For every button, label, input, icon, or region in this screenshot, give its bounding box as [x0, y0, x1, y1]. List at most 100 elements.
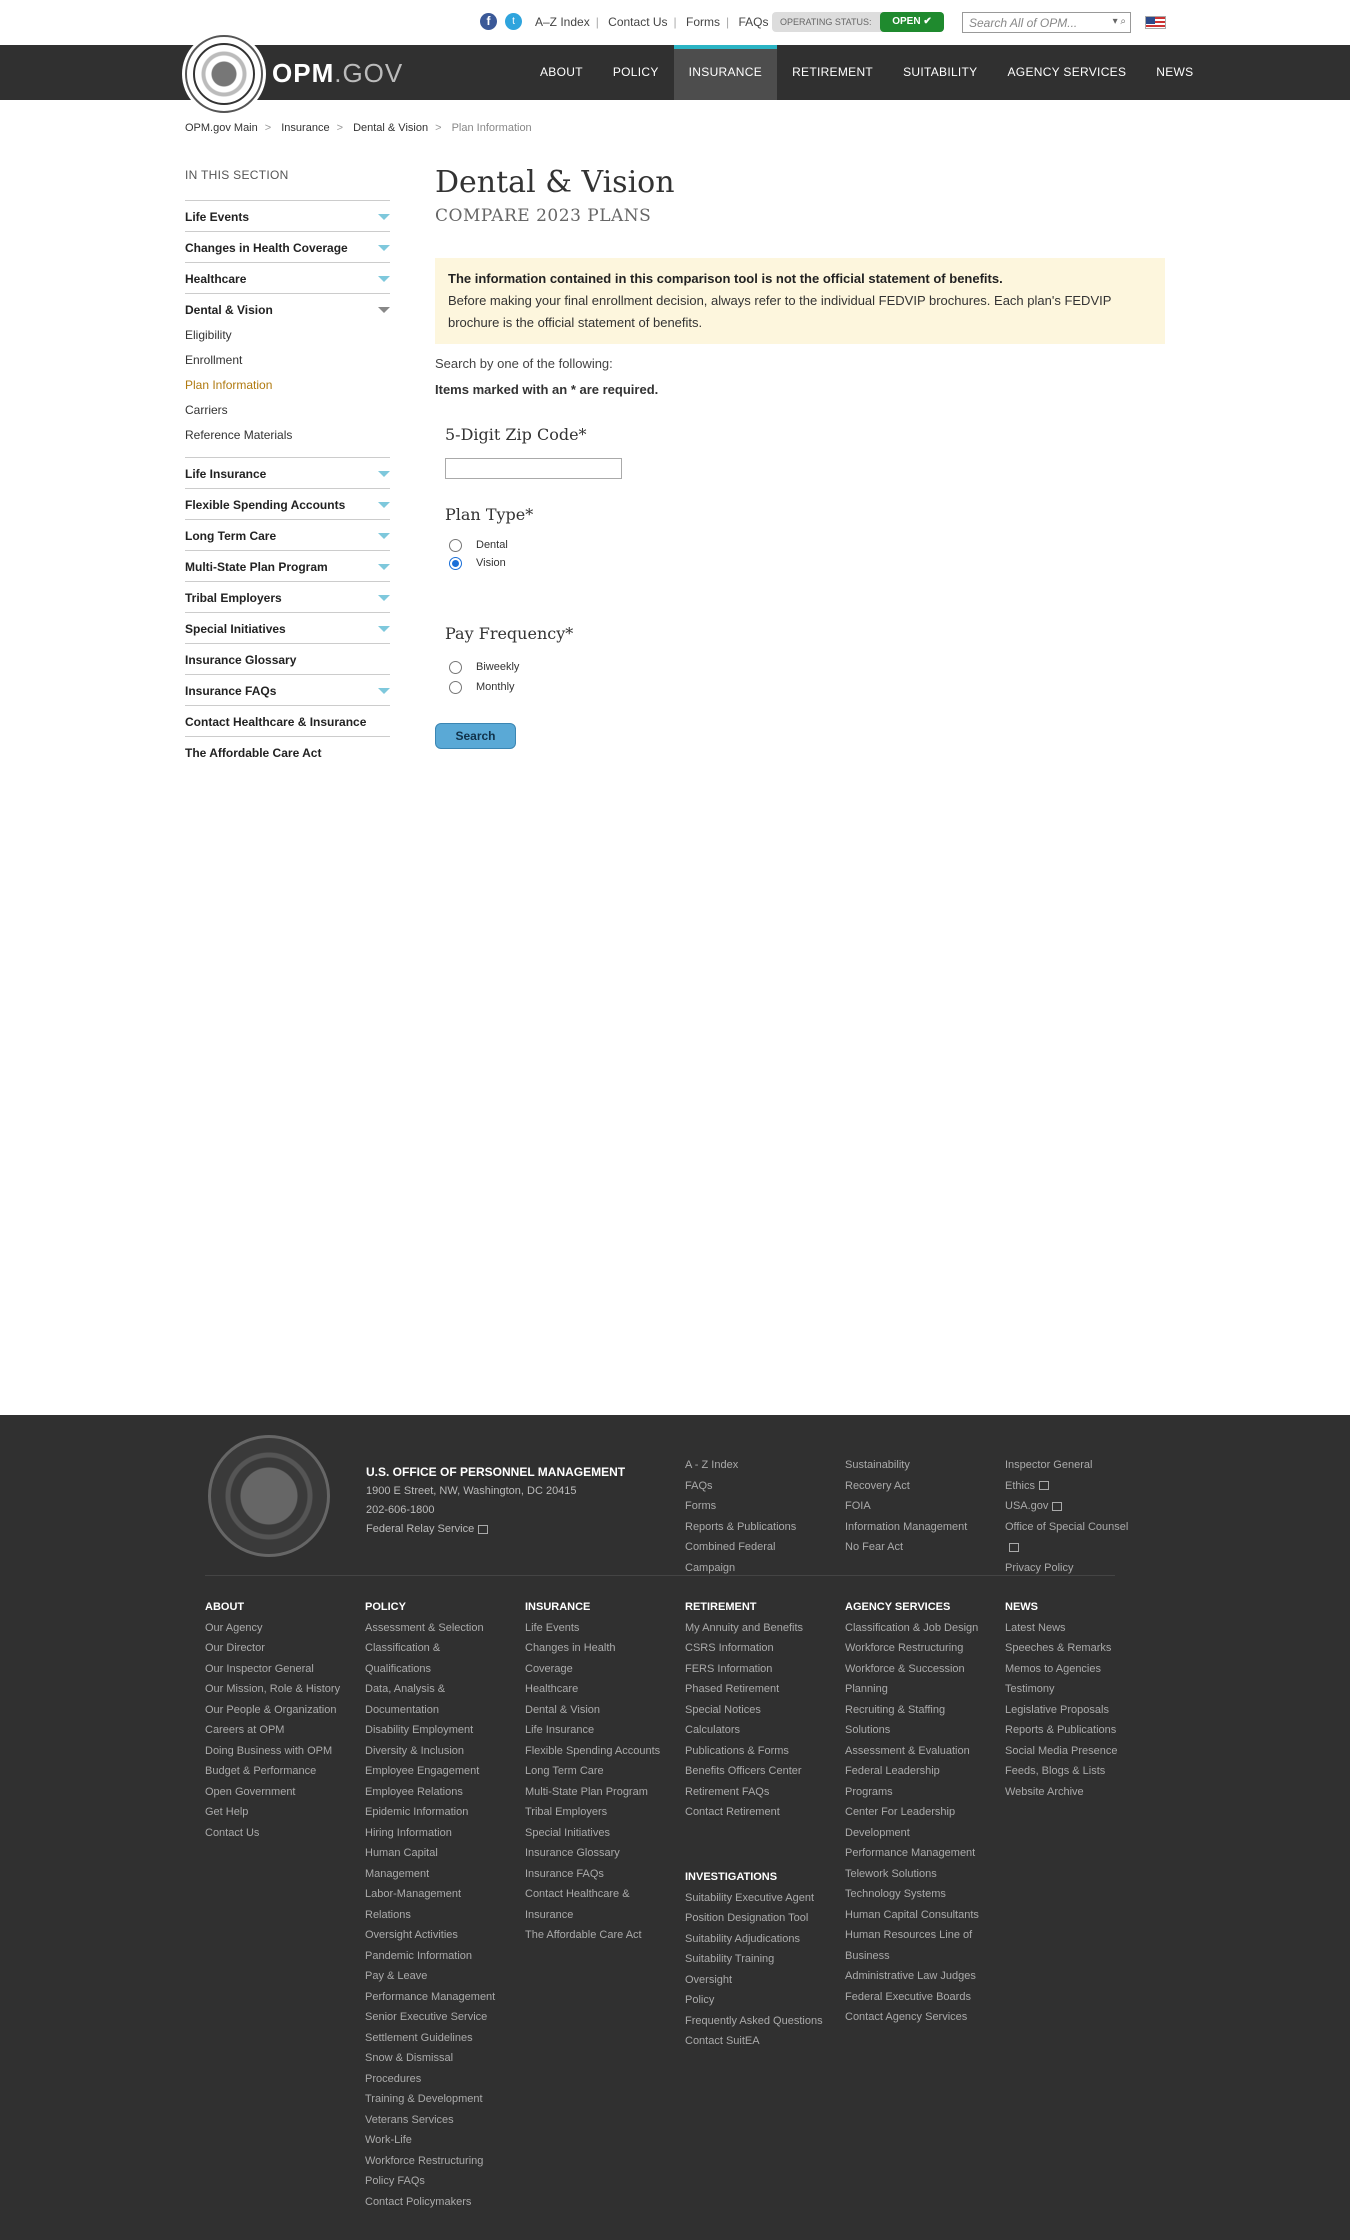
- footer-link[interactable]: Flexible Spending Accounts: [525, 1741, 660, 1762]
- sidebar-item-special-initiatives[interactable]: Special Initiatives: [185, 612, 390, 643]
- footer-link[interactable]: Doing Business with OPM: [205, 1741, 340, 1762]
- footer-link[interactable]: Benefits Officers Center: [685, 1761, 803, 1782]
- nav-policy[interactable]: POLICY: [598, 45, 674, 100]
- chevron-down-icon[interactable]: [378, 595, 390, 601]
- site-logo[interactable]: OPM.GOV: [272, 58, 403, 89]
- sidebar-item-contact-healthcare-insurance[interactable]: Contact Healthcare & Insurance: [185, 705, 390, 736]
- search-icon[interactable]: ⌕: [1120, 16, 1126, 27]
- radio-biweekly[interactable]: [449, 660, 462, 674]
- footer-link[interactable]: Memos to Agencies: [1005, 1659, 1118, 1680]
- plan-type-vision[interactable]: Vision: [449, 554, 1165, 572]
- footer-link[interactable]: Solutions: [845, 1720, 979, 1741]
- nav-agency-services[interactable]: AGENCY SERVICES: [993, 45, 1142, 100]
- forms-link[interactable]: Forms: [686, 15, 720, 29]
- chevron-down-icon[interactable]: [378, 245, 390, 251]
- footer-link[interactable]: Policy: [685, 1990, 823, 2011]
- footer-link[interactable]: Senior Executive Service: [365, 2007, 495, 2028]
- footer-link[interactable]: Life Insurance: [525, 1720, 660, 1741]
- footer-link[interactable]: FERS Information: [685, 1659, 803, 1680]
- footer-heading[interactable]: POLICY: [365, 1597, 495, 1618]
- footer-link[interactable]: Reports & Publications: [685, 1517, 796, 1538]
- radio-dental[interactable]: [449, 538, 462, 552]
- chevron-down-icon[interactable]: [378, 214, 390, 220]
- footer-link[interactable]: Assessment & Evaluation: [845, 1741, 979, 1762]
- footer-link[interactable]: Human Capital: [365, 1843, 495, 1864]
- footer-link[interactable]: Disability Employment: [365, 1720, 495, 1741]
- footer-link[interactable]: Classification &: [365, 1638, 495, 1659]
- footer-link[interactable]: Oversight Activities: [365, 1925, 495, 1946]
- footer-link[interactable]: Contact Policymakers: [365, 2192, 495, 2213]
- footer-link[interactable]: Open Government: [205, 1782, 340, 1803]
- sidebar-item-life-insurance[interactable]: Life Insurance: [185, 457, 390, 488]
- chevron-down-icon[interactable]: [378, 502, 390, 508]
- footer-link[interactable]: Changes in Health: [525, 1638, 660, 1659]
- sidebar-item-dental-vision[interactable]: Dental & Vision: [185, 293, 390, 324]
- nav-news[interactable]: NEWS: [1141, 45, 1208, 100]
- footer-link[interactable]: Careers at OPM: [205, 1720, 340, 1741]
- footer-link[interactable]: Social Media Presence: [1005, 1741, 1118, 1762]
- footer-link[interactable]: Workforce & Succession: [845, 1659, 979, 1680]
- footer-link[interactable]: Programs: [845, 1782, 979, 1803]
- twitter-icon[interactable]: t: [505, 13, 522, 30]
- footer-link[interactable]: Combined Federal: [685, 1537, 796, 1558]
- breadcrumb-dental-vision[interactable]: Dental & Vision: [353, 122, 428, 134]
- footer-link[interactable]: Insurance Glossary: [525, 1843, 660, 1864]
- radio-vision[interactable]: [449, 556, 462, 570]
- footer-link[interactable]: Multi-State Plan Program: [525, 1782, 660, 1803]
- sidebar-subitem-reference-materials[interactable]: Reference Materials: [185, 424, 390, 449]
- footer-link[interactable]: Budget & Performance: [205, 1761, 340, 1782]
- footer-link[interactable]: Settlement Guidelines: [365, 2028, 495, 2049]
- footer-link[interactable]: Tribal Employers: [525, 1802, 660, 1823]
- zip-code-input[interactable]: [445, 458, 622, 479]
- footer-link[interactable]: Suitability Adjudications: [685, 1929, 823, 1950]
- facebook-icon[interactable]: f: [480, 13, 497, 30]
- sidebar-item-flexible-spending-accounts[interactable]: Flexible Spending Accounts: [185, 488, 390, 519]
- site-search-input[interactable]: Search All of OPM... ▾ ⌕: [962, 12, 1131, 33]
- radio-monthly[interactable]: [449, 680, 462, 694]
- footer-heading[interactable]: INSURANCE: [525, 1597, 660, 1618]
- footer-link[interactable]: Workforce Restructuring: [845, 1638, 979, 1659]
- footer-link[interactable]: Special Notices: [685, 1700, 803, 1721]
- footer-link[interactable]: Life Events: [525, 1618, 660, 1639]
- chevron-down-icon[interactable]: [378, 471, 390, 477]
- nav-retirement[interactable]: RETIREMENT: [777, 45, 888, 100]
- nav-suitability[interactable]: SUITABILITY: [888, 45, 992, 100]
- footer-link[interactable]: Administrative Law Judges: [845, 1966, 979, 1987]
- footer-link[interactable]: Forms: [685, 1496, 796, 1517]
- footer-link[interactable]: Recovery Act: [845, 1476, 967, 1497]
- footer-link[interactable]: A - Z Index: [685, 1455, 796, 1476]
- pay-frequency-biweekly[interactable]: Biweekly: [449, 657, 1165, 677]
- footer-link[interactable]: Oversight: [685, 1970, 823, 1991]
- sidebar-item-insurance-glossary[interactable]: Insurance Glossary: [185, 643, 390, 674]
- footer-link[interactable]: Suitability Training: [685, 1949, 823, 1970]
- operating-status-badge[interactable]: OPEN ✔: [880, 12, 944, 32]
- footer-link[interactable]: Contact Retirement: [685, 1802, 803, 1823]
- footer-link[interactable]: Performance Management: [365, 1987, 495, 2008]
- footer-link[interactable]: Our Agency: [205, 1618, 340, 1639]
- footer-heading[interactable]: INVESTIGATIONS: [685, 1867, 823, 1888]
- footer-link[interactable]: Policy FAQs: [365, 2171, 495, 2192]
- nav-about[interactable]: ABOUT: [525, 45, 598, 100]
- footer-heading[interactable]: ABOUT: [205, 1597, 340, 1618]
- sidebar-item-changes-health-coverage[interactable]: Changes in Health Coverage: [185, 231, 390, 262]
- dropdown-arrow-icon[interactable]: ▾: [1113, 16, 1118, 27]
- footer-link[interactable]: Procedures: [365, 2069, 495, 2090]
- footer-link[interactable]: Performance Management: [845, 1843, 979, 1864]
- footer-link[interactable]: Human Capital Consultants: [845, 1905, 979, 1926]
- footer-link[interactable]: Work-Life: [365, 2130, 495, 2151]
- footer-link[interactable]: Phased Retirement: [685, 1679, 803, 1700]
- footer-link[interactable]: Long Term Care: [525, 1761, 660, 1782]
- footer-link[interactable]: Reports & Publications: [1005, 1720, 1118, 1741]
- footer-relay[interactable]: Federal Relay Service: [366, 1520, 625, 1539]
- contact-us-link[interactable]: Contact Us: [608, 15, 667, 29]
- footer-link[interactable]: FOIA: [845, 1496, 967, 1517]
- footer-link[interactable]: Insurance FAQs: [525, 1864, 660, 1885]
- footer-link[interactable]: Dental & Vision: [525, 1700, 660, 1721]
- chevron-down-icon[interactable]: [378, 276, 390, 282]
- operating-status[interactable]: OPERATING STATUS: OPEN ✔: [772, 12, 944, 32]
- footer-link[interactable]: Business: [845, 1946, 979, 1967]
- sidebar-item-tribal-employers[interactable]: Tribal Employers: [185, 581, 390, 612]
- footer-link[interactable]: Federal Executive Boards: [845, 1987, 979, 2008]
- footer-link[interactable]: Calculators: [685, 1720, 803, 1741]
- footer-link[interactable]: Pay & Leave: [365, 1966, 495, 1987]
